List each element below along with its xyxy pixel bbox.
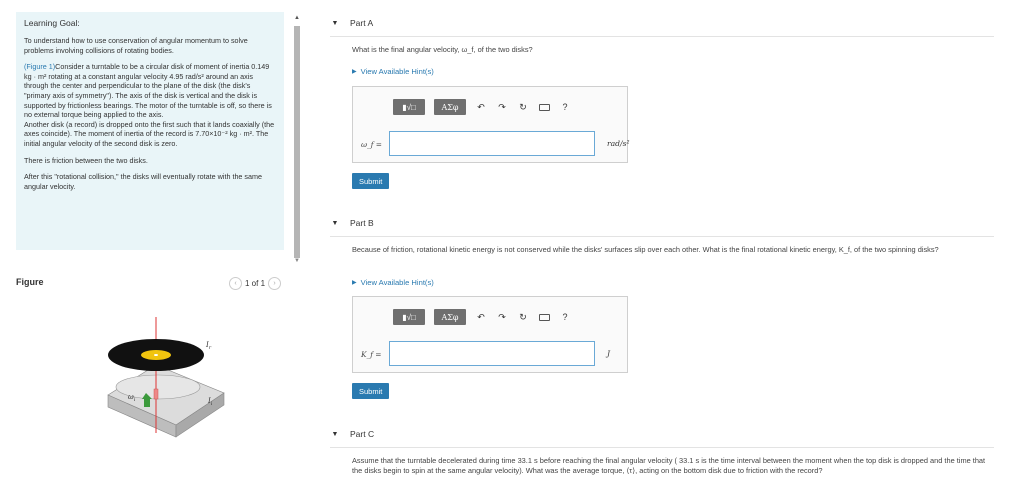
- collapse-caret-icon[interactable]: ▼: [330, 20, 340, 27]
- learning-goal-p4: After this "rotational collision," the d…: [24, 172, 263, 191]
- part-a-unit: rad/s²: [607, 139, 630, 148]
- next-figure-icon[interactable]: ›: [268, 277, 282, 290]
- undo-icon[interactable]: ↶: [475, 101, 487, 113]
- learning-goal-intro: To understand how to use conservation of…: [24, 36, 248, 55]
- part-b-header[interactable]: ▼ Part B: [330, 218, 374, 228]
- part-a-hint-link[interactable]: ▶ View Available Hint(s): [352, 67, 434, 76]
- spindle: [153, 388, 159, 400]
- hint-expand-icon: ▶: [352, 69, 357, 75]
- redo-icon[interactable]: ↷: [496, 311, 508, 323]
- turntable-figure: Ir ωi Ii: [107, 317, 225, 438]
- part-a-title: Part A: [350, 18, 374, 28]
- reset-icon[interactable]: ↻: [517, 311, 529, 323]
- part-c-header[interactable]: ▼ Part C: [330, 429, 375, 439]
- part-c-title: Part C: [350, 429, 375, 439]
- greek-symbols-button[interactable]: ΑΣφ: [434, 309, 466, 325]
- greek-symbols-button[interactable]: ΑΣφ: [434, 99, 466, 115]
- part-c-divider: [330, 447, 994, 448]
- part-c-question: Assume that the turntable decelerated du…: [352, 456, 986, 475]
- templates-icon[interactable]: ▮√□: [393, 99, 425, 115]
- reset-icon[interactable]: ↻: [517, 101, 529, 113]
- part-b-hint-link[interactable]: ▶ View Available Hint(s): [352, 278, 434, 287]
- label-if: Ir: [205, 341, 212, 351]
- help-icon[interactable]: ?: [559, 101, 571, 113]
- part-b-divider: [330, 236, 994, 237]
- figure-pager: ‹ 1 of 1 ›: [229, 277, 282, 290]
- learning-goal-box: Learning Goal: To understand how to use …: [16, 12, 284, 250]
- scroll-down-arrow-icon[interactable]: ▼: [293, 258, 301, 266]
- part-b-title: Part B: [350, 218, 374, 228]
- keyboard-icon[interactable]: [538, 101, 550, 113]
- templates-icon[interactable]: ▮√□: [393, 309, 425, 325]
- part-b-toolbar: ▮√□ ΑΣφ ↶ ↷ ↻ ?: [393, 309, 571, 325]
- collapse-caret-icon[interactable]: ▼: [330, 431, 340, 438]
- prev-figure-icon[interactable]: ‹: [229, 277, 242, 290]
- figure-label: Figure: [16, 277, 44, 287]
- part-a-submit-button[interactable]: Submit: [352, 173, 390, 189]
- part-a-answer-label: ω_f =: [361, 140, 382, 149]
- learning-goal-title: Learning Goal:: [24, 18, 80, 28]
- part-a-hint-label: View Available Hint(s): [360, 67, 434, 76]
- part-a-toolbar: ▮√□ ΑΣφ ↶ ↷ ↻ ?: [393, 99, 571, 115]
- part-a-answer-input[interactable]: [389, 131, 595, 156]
- part-b-question: Because of friction, rotational kinetic …: [352, 245, 939, 254]
- keyboard-icon[interactable]: [538, 311, 550, 323]
- part-b-answer-input[interactable]: [389, 341, 595, 366]
- part-a-divider: [330, 36, 994, 37]
- record-hole: [154, 354, 158, 356]
- part-a-question: What is the final angular velocity, ω_f,…: [352, 45, 533, 54]
- learning-goal-p1-text: Consider a turntable to be a circular di…: [24, 62, 272, 120]
- figure-pager-count: 1 of 1: [245, 279, 266, 288]
- left-pane: Learning Goal: To understand how to use …: [0, 0, 300, 502]
- learning-goal-p3: There is friction between the two disks.: [24, 155, 148, 165]
- undo-icon[interactable]: ↶: [475, 311, 487, 323]
- goal-scrollbar[interactable]: ▲ ▼: [293, 14, 301, 264]
- redo-icon[interactable]: ↷: [496, 101, 508, 113]
- scroll-thumb[interactable]: [294, 26, 300, 258]
- scroll-up-arrow-icon[interactable]: ▲: [293, 14, 301, 22]
- learning-goal-p1: (Figure 1)Consider a turntable to be a c…: [24, 62, 276, 148]
- figure-link[interactable]: (Figure 1): [24, 62, 55, 71]
- part-a-header[interactable]: ▼ Part A: [330, 18, 374, 28]
- collapse-caret-icon[interactable]: ▼: [330, 220, 340, 227]
- part-b-submit-button[interactable]: Submit: [352, 383, 390, 399]
- part-b-answer-label: K_f =: [361, 350, 382, 359]
- part-b-unit: J: [607, 349, 611, 358]
- help-icon[interactable]: ?: [559, 311, 571, 323]
- hint-expand-icon: ▶: [352, 280, 357, 286]
- part-b-hint-label: View Available Hint(s): [360, 278, 434, 287]
- right-pane: ▼ Part A What is the final angular veloc…: [330, 0, 1024, 502]
- part-b-answer-box: ▮√□ ΑΣφ ↶ ↷ ↻ ? K_f = J: [352, 296, 628, 373]
- learning-goal-p2: Another disk (a record) is dropped onto …: [24, 119, 275, 148]
- part-a-answer-box: ▮√□ ΑΣφ ↶ ↷ ↻ ? ω_f = rad/s²: [352, 86, 630, 163]
